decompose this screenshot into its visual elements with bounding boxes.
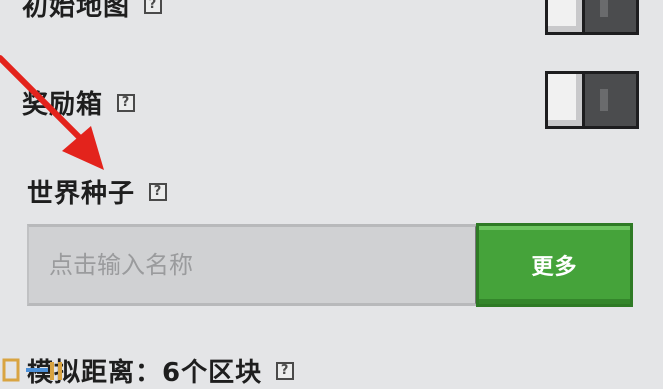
help-icon[interactable]: ? — [117, 93, 136, 112]
bonus-chest-label: 奖励箱 — [22, 90, 104, 120]
initial-map-toggle[interactable] — [545, 0, 639, 35]
watermark-logo — [2, 358, 62, 382]
toggle-notch — [600, 0, 608, 17]
toggle-notch — [600, 89, 608, 111]
help-icon[interactable]: ? — [276, 361, 295, 380]
help-icon[interactable]: ? — [149, 182, 168, 201]
world-seed-input[interactable] — [27, 224, 477, 306]
arrow-head — [62, 126, 104, 170]
help-icon[interactable]: ? — [144, 0, 163, 14]
initial-map-label-row: 初始地图 ? — [22, 0, 163, 23]
toggle-knob — [545, 0, 585, 35]
toggle-knob — [545, 71, 585, 129]
bonus-chest-toggle[interactable] — [545, 71, 639, 129]
bonus-chest-label-row: 奖励箱 ? — [22, 84, 136, 121]
more-button[interactable]: 更多 — [476, 223, 633, 307]
world-seed-label: 世界种子 — [27, 179, 136, 209]
initial-map-label: 初始地图 — [22, 0, 131, 22]
world-seed-label-row: 世界种子 ? — [27, 173, 168, 210]
